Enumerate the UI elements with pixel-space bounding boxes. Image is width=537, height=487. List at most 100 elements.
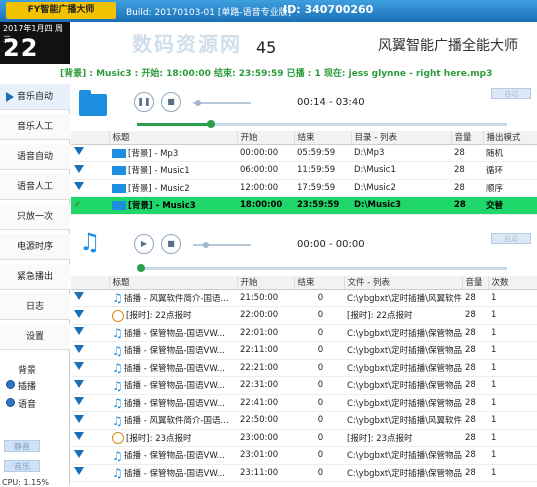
col-file[interactable]: 文件 - 列表 [344,276,463,290]
music-note-icon: ♫ [112,448,123,463]
voice-progress-knob[interactable] [137,264,145,272]
sidebar-item-log[interactable]: 日志 [0,294,70,320]
col-volume[interactable]: 音量 [462,276,489,290]
col-end[interactable]: 结束 [294,131,352,145]
play-button[interactable]: ▶ [134,234,154,254]
row-mode: 随机 [483,144,537,162]
col-mode[interactable]: 播出模式 [483,131,537,145]
table-row[interactable]: [报时]: 22点报时 22:00:00 0 [报时]: 22点报时 28 1 [71,306,537,325]
volume-slider[interactable] [193,102,251,104]
row-end: 0 [294,446,344,465]
row-volume: 28 [462,464,488,482]
sidebar-item-settings[interactable]: 设置 [0,324,70,350]
row-volume: 28 [451,144,483,162]
download-arrow-icon [74,309,84,318]
music-progress-knob[interactable] [207,120,215,128]
col-start[interactable]: 开始 [237,131,295,145]
row-end: 0 [294,394,344,412]
col-dir[interactable]: 目录 - 列表 [351,131,452,145]
sidebar-item-music-auto[interactable]: 音乐自动 [0,84,70,110]
row-file: C:\ybgbxt\定时插播\风翼软件 [344,289,462,307]
row-end: 0 [294,411,344,430]
sidebar-item-label: 日志 [25,302,44,312]
sidebar-item-play-once[interactable]: 只放一次 [0,204,70,230]
table-row[interactable]: ♫插播 - 保管物品-国语VW... 22:21:00 0 C:\ybgbxt\定时插… [71,359,537,377]
col-start[interactable]: 开始 [237,276,295,290]
voice-note-icon[interactable]: ♫ [79,230,101,254]
row-icon [71,289,109,307]
sidebar-item-label: 紧急播出 [16,272,53,282]
sidebar-item-voice-manual[interactable]: 语音人工 [0,174,70,200]
col-end[interactable]: 结束 [294,276,345,290]
table-row[interactable]: [报时]: 23点报时 23:00:00 0 [报时]: 23点报时 28 1 [71,429,537,447]
row-icon [71,161,109,180]
pause-button[interactable]: ❚❚ [134,92,154,112]
col-volume[interactable]: 音量 [451,131,484,145]
sidebar-item-power-sequence[interactable]: 电源时序 [0,234,70,260]
row-volume: 28 [462,411,488,430]
col-title[interactable]: 标题 [109,131,238,145]
table-row[interactable]: ♫插播 - 保管物品-国语VW... 23:01:00 0 C:\ybgbxt\定时插… [71,446,537,465]
table-row[interactable]: ♫插播 - 保管物品-国语VW... 22:01:00 0 C:\ybgbxt\定时插… [71,324,537,342]
stop-button[interactable]: ■ [161,92,181,112]
row-count: 1 [488,464,537,482]
build-info: Build: 20170103-01 [单路-语音专业版] [126,8,292,18]
voice-volume-slider[interactable] [193,244,251,246]
table-row[interactable]: ♫插播 - 风翼软件简介-国语... 22:50:00 0 C:\ybgbxt\定时插… [71,411,537,430]
col-icon [71,276,110,290]
radio-voice-label: 语音 [18,400,37,410]
row-end: 05:59:59 [294,144,351,162]
row-file: [报时]: 22点报时 [344,306,462,325]
sidebar-item-voice-auto[interactable]: 语音自动 [0,144,70,170]
row-file: C:\ybgbxt\定时插播\保管物品 [344,446,462,465]
col-title[interactable]: 标题 [109,276,238,290]
row-icon [71,324,109,342]
row-file: C:\ybgbxt\定时插播\保管物品 [344,376,462,395]
music-note-icon: ♫ [112,326,123,340]
col-count[interactable]: 次数 [488,276,537,290]
row-title: [背景] - Music3 [109,196,237,215]
row-volume: 28 [451,179,483,197]
volume-knob[interactable] [195,100,201,106]
music-button[interactable]: 音乐 [4,460,40,472]
row-end: 0 [294,376,344,395]
table-row[interactable]: ♫插播 - 保管物品-国语VW... 22:41:00 0 C:\ybgbxt\定时插… [71,394,537,412]
radio-voice[interactable] [6,398,15,407]
row-icon [71,446,109,465]
music-folder-icon[interactable] [79,90,107,116]
radio-insert[interactable] [6,380,15,389]
table-row[interactable]: ♫插播 - 保管物品-国语VW... 22:31:00 0 C:\ybgbxt\定时插… [71,376,537,395]
table-row[interactable]: ♫插播 - 风翼软件简介-国语... 21:50:00 0 C:\ybgbxt\定时插… [71,289,537,307]
device-id: ID: 340700260 [283,3,374,16]
music-note-icon: ♫ [112,466,123,480]
music-progress[interactable] [137,120,507,128]
table-row[interactable]: ✔ [背景] - Music3 18:00:00 23:59:59 D:\Music3 2… [71,196,537,215]
row-icon [71,376,109,395]
download-arrow-icon [74,449,84,458]
music-auto-button[interactable]: 自动 [491,88,531,99]
voice-volume-knob[interactable] [203,242,209,248]
sidebar-item-emergency[interactable]: 紧急播出 [0,264,70,290]
row-end: 0 [294,464,344,482]
table-row[interactable]: ♫插播 - 保管物品-国语VW... 22:11:00 0 C:\ybgbxt\定时插… [71,341,537,360]
download-arrow-icon [74,397,84,406]
check-icon: ✔ [74,200,82,211]
row-file: C:\ybgbxt\定时插播\保管物品 [344,359,462,377]
sidebar-item-label: 音乐自动 [16,92,53,102]
voice-stop-button[interactable]: ■ [161,234,181,254]
row-icon [71,341,109,360]
table-row[interactable]: [背景] - Music1 06:00:00 11:59:59 D:\Music1 28… [71,161,537,180]
row-volume: 28 [462,446,488,465]
table-row[interactable]: ♫插播 - 保管物品-国语VW... 23:11:00 0 C:\ybgbxt\定时插… [71,464,537,482]
row-title-text: 插播 - 保管物品-国语VW... [124,381,225,391]
row-file: C:\ybgbxt\定时插播\风翼软件 [344,411,462,430]
row-start: 12:00:00 [237,179,294,197]
table-row[interactable]: [背景] - Music2 12:00:00 17:59:59 D:\Music2 28… [71,179,537,197]
mute-button[interactable]: 静音 [4,440,40,452]
clock-seconds: 45 [256,38,277,57]
voice-auto-button[interactable]: 自动 [491,233,531,244]
sidebar-item-music-manual[interactable]: 音乐人工 [0,114,70,140]
row-start: 23:01:00 [237,446,294,465]
voice-progress[interactable] [137,264,507,272]
table-row[interactable]: [背景] - Mp3 00:00:00 05:59:59 D:\Mp3 28 随机 [71,144,537,162]
